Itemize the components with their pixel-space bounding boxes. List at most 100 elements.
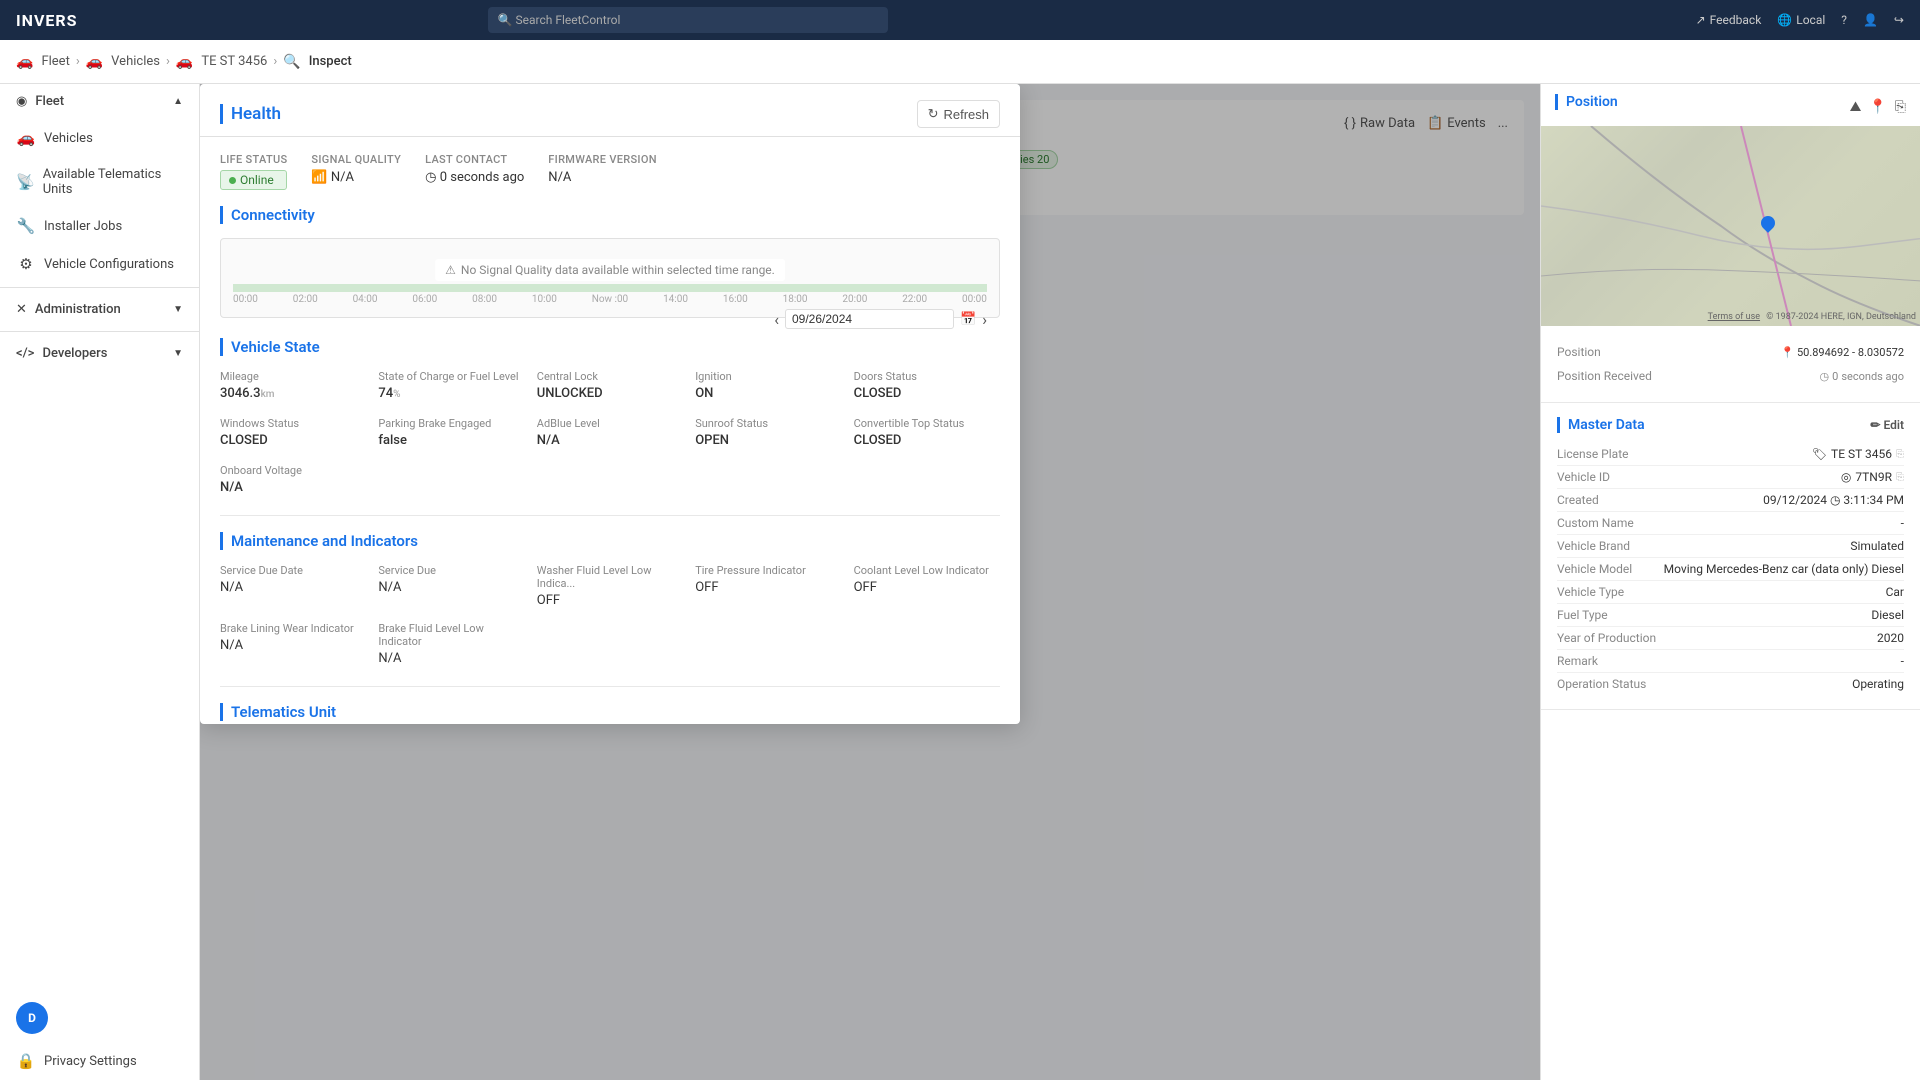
clock-icon: ◷ xyxy=(425,170,436,185)
position-received-time: ◷ 0 seconds ago xyxy=(1820,370,1904,383)
user-icon[interactable]: 👤 xyxy=(1863,13,1878,27)
sidebar-item-available-telematics[interactable]: 📡 Available Telematics Units xyxy=(0,157,199,207)
local-selector[interactable]: 🌐 Local xyxy=(1777,13,1825,27)
search-icon: 🔍 xyxy=(498,13,513,27)
state-parking-brake: Parking Brake Engaged false xyxy=(378,417,524,448)
breadcrumb-vehicle-id[interactable]: TE ST 3456 xyxy=(201,54,267,69)
service-due-date-value: N/A xyxy=(220,580,366,595)
breadcrumb-fleet[interactable]: Fleet xyxy=(41,54,69,69)
chart-warning-text: No Signal Quality data available within … xyxy=(461,263,775,277)
maintenance-title: Maintenance and Indicators xyxy=(220,532,1000,550)
custom-name-val: - xyxy=(1901,516,1904,530)
maint-brake-lining: Brake Lining Wear Indicator N/A xyxy=(220,622,366,666)
date-next-btn[interactable]: › xyxy=(982,310,987,329)
copy-vid-icon[interactable]: ⎘ xyxy=(1896,472,1904,483)
sidebar-item-vehicles[interactable]: 🚗 Vehicles xyxy=(0,119,199,157)
washer-fluid-value: OFF xyxy=(537,593,683,608)
state-ignition: Ignition ON xyxy=(695,370,841,401)
refresh-button[interactable]: ↻ Refresh xyxy=(917,100,1000,128)
date-prev-btn[interactable]: ‹ xyxy=(774,310,779,329)
mileage-label: Mileage xyxy=(220,370,366,383)
location-icon[interactable]: 📍 xyxy=(1869,99,1886,115)
time-label-3: 06:00 xyxy=(412,294,437,305)
sidebar-group-developers[interactable]: </> Developers ▼ xyxy=(0,336,199,371)
firmware-value: N/A xyxy=(548,170,657,185)
service-due-value: N/A xyxy=(378,580,524,595)
doors-label: Doors Status xyxy=(854,370,1000,383)
vehicle-id-key: Vehicle ID xyxy=(1557,470,1610,484)
health-modal: Health ↻ Refresh Life Status xyxy=(200,84,1020,724)
sidebar-item-installer-jobs[interactable]: 🔧 Installer Jobs xyxy=(0,207,199,245)
breadcrumb-vehicles[interactable]: Vehicles xyxy=(111,54,160,69)
telematics-title: Telematics Unit xyxy=(220,703,1000,721)
app-logo: INVERS xyxy=(16,11,78,30)
vehicle-brand-key: Vehicle Brand xyxy=(1557,539,1630,553)
state-doors: Doors Status CLOSED xyxy=(854,370,1000,401)
firmware-label: Firmware Version xyxy=(548,153,657,166)
telematics-separator xyxy=(220,686,1000,687)
refresh-label: Refresh xyxy=(943,107,989,122)
time-label-11: 22:00 xyxy=(902,294,927,305)
inspect-icon-bc: 🔍 xyxy=(283,54,300,70)
connectivity-title: Connectivity xyxy=(220,206,1000,224)
admin-group-label: Administration xyxy=(35,302,121,317)
master-fuel-type: Fuel Type Diesel xyxy=(1557,604,1904,627)
last-contact-label: Last Contact xyxy=(425,153,524,166)
signal-icon: 📶 xyxy=(311,170,327,185)
last-contact-value: ◷ 0 seconds ago xyxy=(425,170,524,185)
privacy-label: Privacy Settings xyxy=(44,1054,137,1069)
map-watermark: Terms of use © 1987-2024 HERE, IGN, Deut… xyxy=(1708,312,1916,322)
logout-icon[interactable]: ↪ xyxy=(1894,13,1904,27)
service-due-label: Service Due xyxy=(378,564,524,577)
sidebar-group-administration[interactable]: ✕ Administration ▼ xyxy=(0,292,199,327)
breadcrumb: 🚗 Fleet › 🚗 Vehicles › 🚗 TE ST 3456 › 🔍 … xyxy=(0,40,1920,84)
calendar-icon[interactable]: 📅 xyxy=(960,312,976,327)
maint-service-due-date: Service Due Date N/A xyxy=(220,564,366,608)
admin-group-icon: ✕ xyxy=(16,302,27,317)
license-plate-key: License Plate xyxy=(1557,447,1629,461)
user-avatar[interactable]: D xyxy=(16,1002,48,1034)
dev-group-label: Developers xyxy=(42,346,107,361)
date-input[interactable] xyxy=(785,309,954,329)
operation-status-val: Operating xyxy=(1852,677,1904,691)
fleet-expand-icon: ▲ xyxy=(173,96,183,107)
state-onboard-voltage: Onboard Voltage N/A xyxy=(220,464,366,495)
search-bar[interactable]: 🔍 Search FleetControl xyxy=(488,7,888,33)
map-background: Terms of use © 1987-2024 HERE, IGN, Deut… xyxy=(1541,126,1920,326)
last-contact-field: Last Contact ◷ 0 seconds ago xyxy=(425,153,524,190)
warning-icon: ⚠ xyxy=(445,263,456,277)
coordinates-value: 📍 50.894692 - 8.030572 xyxy=(1781,346,1904,359)
maintenance-grid: Service Due Date N/A Service Due N/A Was… xyxy=(220,564,1000,666)
convertible-top-label: Convertible Top Status xyxy=(854,417,1000,430)
help-icon[interactable]: ? xyxy=(1841,13,1847,27)
refresh-icon: ↻ xyxy=(928,106,939,122)
sidebar-item-privacy[interactable]: 🔒 Privacy Settings xyxy=(0,1042,199,1080)
copy-map-icon[interactable]: ⎘ xyxy=(1895,99,1906,115)
edit-master-data-btn[interactable]: ✏ Edit xyxy=(1870,418,1904,432)
adblue-value: N/A xyxy=(537,433,683,448)
central-lock-label: Central Lock xyxy=(537,370,683,383)
vehicle-state-title: Vehicle State xyxy=(220,338,1000,356)
edit-icon: ✏ xyxy=(1870,418,1880,432)
signal-quality-value: 📶 N/A xyxy=(311,170,401,185)
master-custom-name: Custom Name - xyxy=(1557,512,1904,535)
time-label-10: 20:00 xyxy=(842,294,867,305)
chart-bar xyxy=(233,284,987,292)
copy-lp-icon[interactable]: ⎘ xyxy=(1896,449,1904,460)
configurations-label: Vehicle Configurations xyxy=(44,257,174,272)
position-label: Position xyxy=(1557,345,1601,359)
feedback-link[interactable]: ↗ Feedback xyxy=(1696,13,1762,27)
main-layout: ◉ Fleet ▲ 🚗 Vehicles 📡 Available Telemat… xyxy=(0,84,1920,1080)
search-placeholder: Search FleetControl xyxy=(515,13,620,27)
sidebar-item-vehicle-configurations[interactable]: ⚙ Vehicle Configurations xyxy=(0,245,199,283)
map-view[interactable]: Terms of use © 1987-2024 HERE, IGN, Deut… xyxy=(1541,126,1920,326)
health-grid: Life Status Online Signal Quality 📶 xyxy=(220,153,1000,190)
sidebar-group-fleet[interactable]: ◉ Fleet ▲ xyxy=(0,84,199,119)
terms-link[interactable]: Terms of use xyxy=(1708,312,1760,322)
tire-pressure-label: Tire Pressure Indicator xyxy=(695,564,841,577)
master-data-section: Master Data ✏ Edit License Plate 🏷 TE ST… xyxy=(1541,403,1920,710)
terrain-icon[interactable]: ⛰ xyxy=(1850,99,1862,115)
central-lock-value: UNLOCKED xyxy=(537,386,683,401)
breadcrumb-inspect: Inspect xyxy=(309,54,352,69)
chart-warning: ⚠ No Signal Quality data available withi… xyxy=(435,259,785,281)
